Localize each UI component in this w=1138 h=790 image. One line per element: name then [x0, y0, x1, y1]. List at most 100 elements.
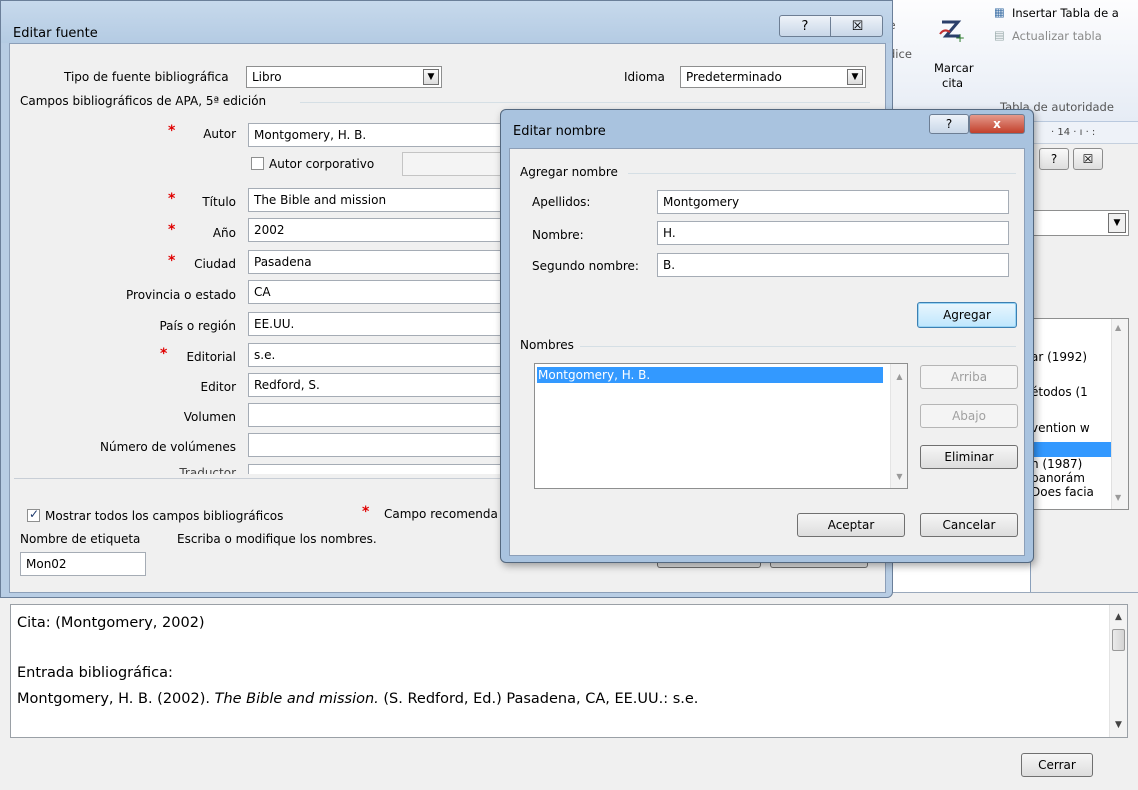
background-combo[interactable]: ▼ [1031, 210, 1129, 236]
mark-citation-icon[interactable]: + [938, 14, 964, 44]
update-table-icon: ▤ [994, 28, 1005, 42]
name-dialog-client: Agregar nombre Apellidos: Montgomery Nom… [509, 148, 1025, 556]
volume-label: Volumen [183, 410, 236, 424]
background-dialog: · 14 · ı · : ? ☒ ▼ ar (1992) étodos (1 v… [1030, 122, 1138, 592]
title-buttons: ? ☒ [779, 15, 883, 37]
editor-label: Editor [200, 380, 236, 394]
first-name-label: Nombre: [532, 228, 584, 242]
mark-citation-label-1[interactable]: Marcar [934, 61, 974, 75]
required-star-icon: * [168, 222, 176, 238]
last-name-label: Apellidos: [532, 195, 591, 209]
list-item[interactable]: étodos (1 [1031, 385, 1088, 399]
tag-name-field[interactable]: Mon02 [20, 552, 146, 576]
scroll-up-icon[interactable]: ▲ [1115, 323, 1121, 332]
move-up-button[interactable]: Arriba [920, 365, 1018, 389]
scroll-down-icon[interactable]: ▼ [1110, 717, 1127, 734]
translator-field[interactable] [248, 464, 518, 474]
required-star-icon: * [168, 191, 176, 207]
first-name-field[interactable]: H. [657, 221, 1009, 245]
source-type-label: Tipo de fuente bibliográfica [64, 70, 229, 84]
ok-button[interactable]: Aceptar [797, 513, 905, 537]
language-label: Idioma [624, 70, 665, 84]
chevron-down-icon[interactable]: ▼ [847, 69, 863, 85]
tag-name-label: Nombre de etiqueta [20, 532, 141, 546]
background-source-list[interactable]: ar (1992) étodos (1 vention w h (1987) p… [1031, 318, 1129, 510]
show-all-fields-label[interactable]: Mostrar todos los campos bibliográficos [45, 509, 283, 523]
list-item[interactable]: h (1987) [1031, 457, 1082, 471]
publisher-field[interactable]: s.e. [248, 343, 518, 367]
language-select[interactable]: Predeterminado ▼ [680, 66, 866, 88]
update-table-label[interactable]: Actualizar tabla [1012, 29, 1102, 43]
city-label: Ciudad [194, 257, 236, 271]
volume-field[interactable] [248, 403, 518, 427]
num-volumes-field[interactable] [248, 433, 518, 457]
scroll-up-icon[interactable]: ▲ [1110, 609, 1127, 626]
names-list[interactable]: Montgomery, H. B. ▲ ▼ [534, 363, 908, 489]
source-type-select[interactable]: Libro ▼ [246, 66, 442, 88]
editor-field[interactable]: Redford, S. [248, 373, 518, 397]
citation-preview: Cita: (Montgomery, 2002) [17, 615, 205, 631]
translator-row-clip: Traductor [10, 460, 530, 474]
middle-name-label: Segundo nombre: [532, 259, 639, 273]
name-dialog-title: Editar nombre [513, 124, 606, 139]
city-field[interactable]: Pasadena [248, 250, 518, 274]
background-help-button[interactable]: ? [1039, 148, 1069, 170]
list-item[interactable]: ar (1992) [1031, 350, 1087, 364]
edit-name-dialog: Editar nombre ? x Agregar nombre Apellid… [500, 109, 1034, 563]
name-close-button[interactable]: x [969, 114, 1025, 134]
scrollbar-thumb[interactable] [1112, 629, 1125, 651]
move-down-button[interactable]: Abajo [920, 404, 1018, 428]
cancel-button[interactable]: Cancelar [920, 513, 1018, 537]
add-name-button[interactable]: Agregar [917, 302, 1017, 328]
country-field[interactable]: EE.UU. [248, 312, 518, 336]
name-help-button[interactable]: ? [929, 114, 969, 134]
year-field[interactable]: 2002 [248, 218, 518, 242]
background-close-button[interactable]: ☒ [1073, 148, 1103, 170]
group-title: Campos bibliográficos de APA, 5ª edición [20, 94, 267, 108]
required-star-icon: * [168, 253, 176, 269]
last-name-field[interactable]: Montgomery [657, 190, 1009, 214]
bibliography-rest: (S. Redford, Ed.) Pasadena, CA, EE.UU.: … [383, 691, 699, 707]
add-name-divider [628, 173, 1016, 174]
insert-table-icon: ▦ [994, 5, 1005, 19]
mark-citation-label-2[interactable]: cita [942, 76, 963, 90]
names-group-title: Nombres [520, 338, 574, 352]
insert-table-label[interactable]: Insertar Tabla de a [1012, 6, 1119, 20]
tag-hint: Escriba o modifique los nombres. [177, 532, 377, 546]
close-button[interactable]: Cerrar [1021, 753, 1093, 777]
list-item[interactable]: panorám [1031, 471, 1085, 485]
language-value: Predeterminado [686, 70, 782, 84]
scroll-down-icon[interactable]: ▼ [1115, 493, 1121, 502]
bibliography-entry: Montgomery, H. B. (2002). The Bible and … [17, 691, 698, 707]
names-list-item[interactable]: Montgomery, H. B. [537, 367, 883, 383]
year-label: Año [212, 226, 236, 240]
preview-scrollbar[interactable]: ▲ ▼ [1109, 605, 1127, 737]
state-field[interactable]: CA [248, 280, 518, 304]
bibliography-heading: Entrada bibliográfica: [17, 665, 173, 681]
list-item[interactable]: Does facia [1031, 485, 1094, 499]
preview-box: Cita: (Montgomery, 2002) Entrada bibliog… [10, 604, 1128, 738]
delete-name-button[interactable]: Eliminar [920, 445, 1018, 469]
close-icon[interactable]: ☒ [832, 17, 883, 37]
chevron-down-icon[interactable]: ▼ [423, 69, 439, 85]
show-all-fields-checkbox[interactable] [27, 507, 40, 522]
bibliography-title: The Bible and mission. [214, 691, 379, 707]
middle-name-field[interactable]: B. [657, 253, 1009, 277]
help-button[interactable]: ? [780, 17, 831, 37]
chevron-down-icon[interactable]: ▼ [1108, 213, 1126, 233]
names-list-scrollbar[interactable]: ▲ ▼ [890, 364, 907, 488]
publisher-label: Editorial [186, 350, 236, 364]
background-list-scrollbar[interactable]: ▲ ▼ [1111, 319, 1128, 509]
scroll-down-icon[interactable]: ▼ [891, 472, 908, 481]
required-star-icon: * [168, 123, 176, 139]
author-field[interactable]: Montgomery, H. B. [248, 123, 518, 147]
dialog-title-bar[interactable] [1, 1, 892, 43]
recommended-field-label: Campo recomenda [384, 507, 498, 521]
corporate-author-checkbox[interactable] [251, 157, 264, 170]
list-item[interactable]: vention w [1031, 421, 1090, 435]
bibliography-author-year: Montgomery, H. B. (2002). [17, 691, 210, 707]
title-field[interactable]: The Bible and mission [248, 188, 518, 212]
corporate-author-label: Autor corporativo [269, 157, 375, 171]
num-volumes-label: Número de volúmenes [100, 440, 236, 454]
scroll-up-icon[interactable]: ▲ [891, 372, 908, 381]
